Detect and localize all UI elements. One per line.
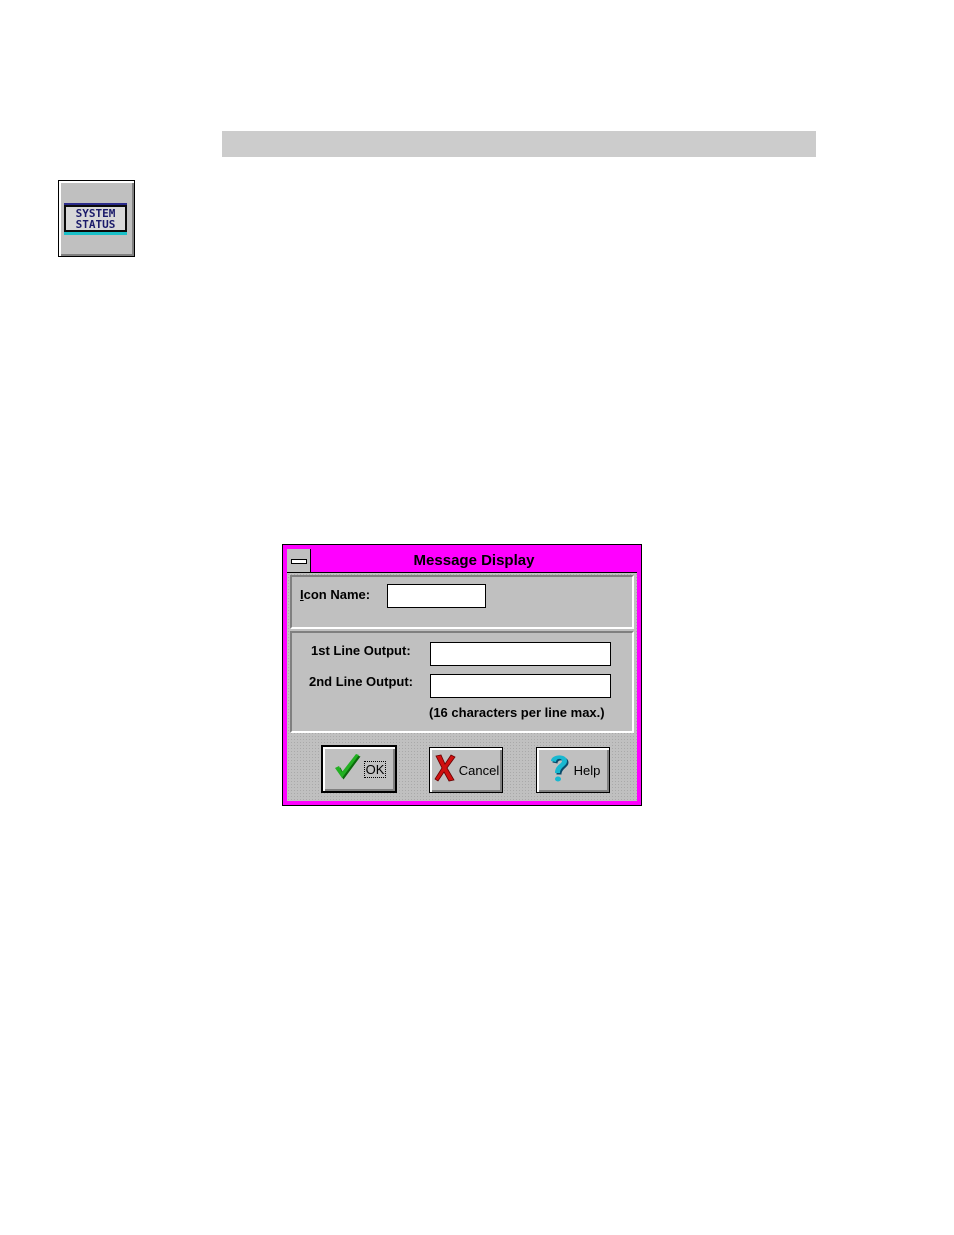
icon-name-group: Icon Name: — [290, 575, 634, 629]
icon-name-input[interactable] — [387, 584, 486, 608]
monitor-screen: SYSTEM STATUS — [64, 203, 127, 235]
line2-output-input[interactable] — [430, 674, 611, 698]
line1-output-input[interactable] — [430, 642, 611, 666]
system-status-icon[interactable]: SYSTEM STATUS — [58, 180, 135, 257]
ok-button-label: OK — [363, 760, 387, 778]
question-mark-icon — [546, 751, 572, 790]
output-lines-group: 1st Line Output: 2nd Line Output: (16 ch… — [290, 631, 634, 733]
checkmark-icon — [332, 752, 362, 787]
help-button[interactable]: Help — [536, 747, 610, 793]
ok-button[interactable]: OK — [321, 745, 397, 793]
line2-output-label: 2nd Line Output: — [309, 674, 413, 689]
dialog-title: Message Display — [413, 552, 535, 569]
cancel-button[interactable]: Cancel — [429, 747, 503, 793]
char-limit-note: (16 characters per line max.) — [429, 705, 605, 720]
header-bar — [222, 131, 816, 157]
title-bar[interactable]: Message Display — [287, 549, 637, 573]
system-menu-button[interactable] — [287, 549, 311, 572]
dialog-client-area: Icon Name: 1st Line Output: 2nd Line Out… — [287, 573, 637, 801]
icon-name-label: Icon Name: — [300, 587, 371, 602]
help-button-label: Help — [573, 762, 601, 778]
cancel-button-label: Cancel — [458, 762, 500, 778]
red-x-icon — [433, 753, 457, 788]
line1-output-label: 1st Line Output: — [311, 643, 411, 658]
icon-text-line2: STATUS — [75, 217, 116, 231]
icon-text-line1: SYSTEM — [75, 206, 116, 220]
message-display-dialog: Message Display Icon Name: 1st Line Outp… — [282, 544, 642, 806]
